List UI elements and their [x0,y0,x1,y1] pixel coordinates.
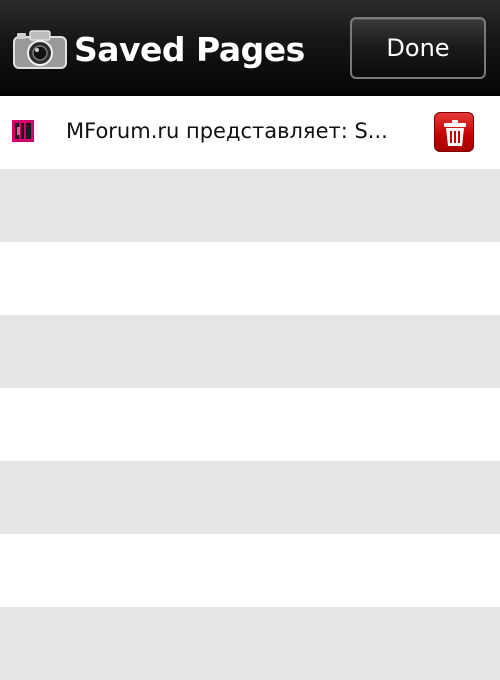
mforum-favicon-icon [10,118,36,144]
camera-icon [12,28,68,70]
saved-pages-list: MForum.ru представляет: S... [0,96,500,680]
empty-row [0,169,500,242]
empty-row [0,315,500,388]
trash-icon [444,120,466,146]
empty-row [0,388,500,461]
empty-row [0,607,500,680]
delete-button[interactable] [434,112,474,152]
empty-row [0,461,500,534]
saved-page-title: MForum.ru представляет: S... [66,119,388,143]
page-title: Saved Pages [74,30,305,69]
done-button[interactable]: Done [350,17,486,79]
empty-row [0,242,500,315]
empty-row [0,534,500,607]
title-bar: Saved Pages Done [0,0,500,96]
list-item[interactable]: MForum.ru представляет: S... [0,96,500,169]
